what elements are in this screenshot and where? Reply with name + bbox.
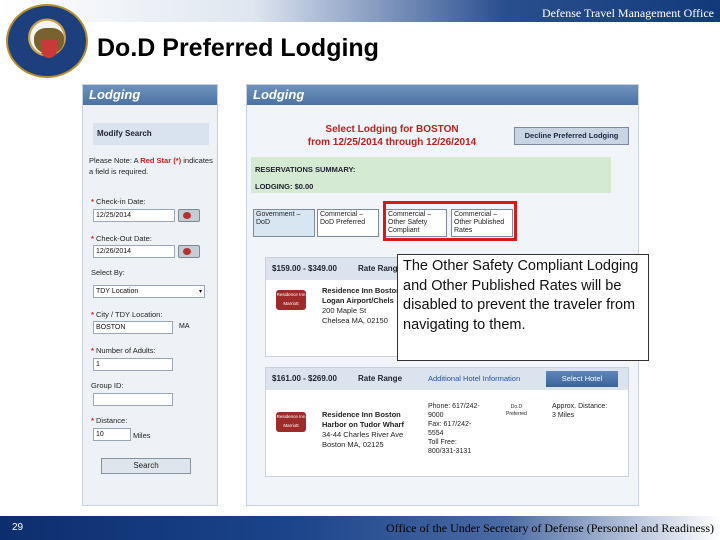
slide-title: Do.D Preferred Lodging — [97, 34, 379, 62]
reservations-summary: RESERVATIONS SUMMARY: LODGING: $0.00 — [251, 157, 611, 193]
dod-seal-logo — [6, 4, 88, 78]
highlight-box — [383, 201, 517, 241]
hotel-price: $161.00 - $269.00 — [272, 374, 337, 383]
group-id-label: Group ID: — [91, 381, 124, 390]
org-title: Defense Travel Management Office — [541, 6, 714, 20]
required-note: Please Note: A Red Star (*) indicates a … — [89, 156, 213, 176]
hotel-name: Residence Inn Boston Logan Airport/Chels… — [322, 286, 401, 325]
tab-dod-preferred[interactable]: Commercial – DoD Preferred — [317, 209, 379, 237]
hotel-contact: Phone: 617/242- 9000 Fax: 617/242- 5554 … — [428, 403, 480, 455]
footer-office: Office of the Under Secretary of Defense… — [386, 521, 714, 535]
decline-preferred-button[interactable]: Decline Preferred Lodging — [514, 127, 629, 145]
select-by-dropdown[interactable]: TDY Location ▾ — [93, 285, 205, 298]
state-input[interactable]: MA — [177, 321, 199, 334]
dod-preferred-badge: Do.D Preferred — [506, 404, 527, 417]
modify-search-panel: Lodging Modify Search Please Note: A Red… — [82, 84, 218, 506]
group-id-input[interactable] — [93, 393, 173, 406]
select-hotel-button[interactable]: Select Hotel — [546, 371, 618, 387]
search-button[interactable]: Search — [101, 458, 191, 474]
hotel-name: Residence Inn Boston Harbor on Tudor Wha… — [322, 410, 404, 449]
adults-label: * Number of Adults: — [91, 346, 156, 355]
city-label: * City / TDY Location: — [91, 310, 163, 319]
select-lodging-title: Select Lodging for BOSTON from 12/25/201… — [307, 124, 477, 148]
checkout-calendar-icon[interactable] — [178, 245, 200, 258]
adults-input[interactable]: 1 — [93, 358, 173, 371]
lodging-panel-header: Lodging — [83, 85, 217, 105]
checkin-date-input[interactable]: 12/25/2014 — [93, 209, 175, 222]
checkin-calendar-icon[interactable] — [178, 209, 200, 222]
city-input[interactable]: BOSTON — [93, 321, 173, 334]
modify-search-heading: Modify Search — [93, 123, 209, 145]
hotel-logo-icon: Residence Inn Marriott — [276, 290, 306, 310]
callout-note: The Other Safety Compliant Lodging and O… — [397, 254, 649, 361]
page-number: 29 — [12, 522, 24, 533]
additional-info-link[interactable]: Additional Hotel Information — [428, 374, 520, 383]
hotel-price: $159.00 - $349.00 — [272, 264, 337, 273]
checkin-label: * Check-in Date: — [91, 197, 146, 206]
rate-range-label: Rate Range — [358, 374, 403, 383]
footer-band: 29 Office of the Under Secretary of Defe… — [0, 516, 720, 540]
header-band: Defense Travel Management Office — [0, 0, 720, 22]
checkout-label: * Check-Out Date: — [91, 234, 152, 243]
lodging-panel-header: Lodging — [247, 85, 638, 105]
hotel-card: $161.00 - $269.00 Rate Range Additional … — [265, 367, 629, 477]
slide: Defense Travel Management Office Do.D Pr… — [0, 0, 720, 540]
distance-label: * Distance: — [91, 416, 128, 425]
checkout-date-input[interactable]: 12/26/2014 — [93, 245, 175, 258]
hotel-logo-icon: Residence Inn Marriott — [276, 412, 306, 432]
hotel-distance: Approx. Distance: 3 Miles — [552, 403, 608, 419]
distance-unit: Miles — [133, 431, 151, 440]
select-by-label: Select By: — [91, 268, 125, 277]
distance-input[interactable]: 10 — [93, 428, 131, 441]
rate-range-label: Rate Range — [358, 264, 403, 273]
tab-government-dod[interactable]: Government – DoD — [253, 209, 315, 237]
shield-icon — [41, 40, 57, 58]
chevron-down-icon: ▾ — [198, 289, 202, 295]
